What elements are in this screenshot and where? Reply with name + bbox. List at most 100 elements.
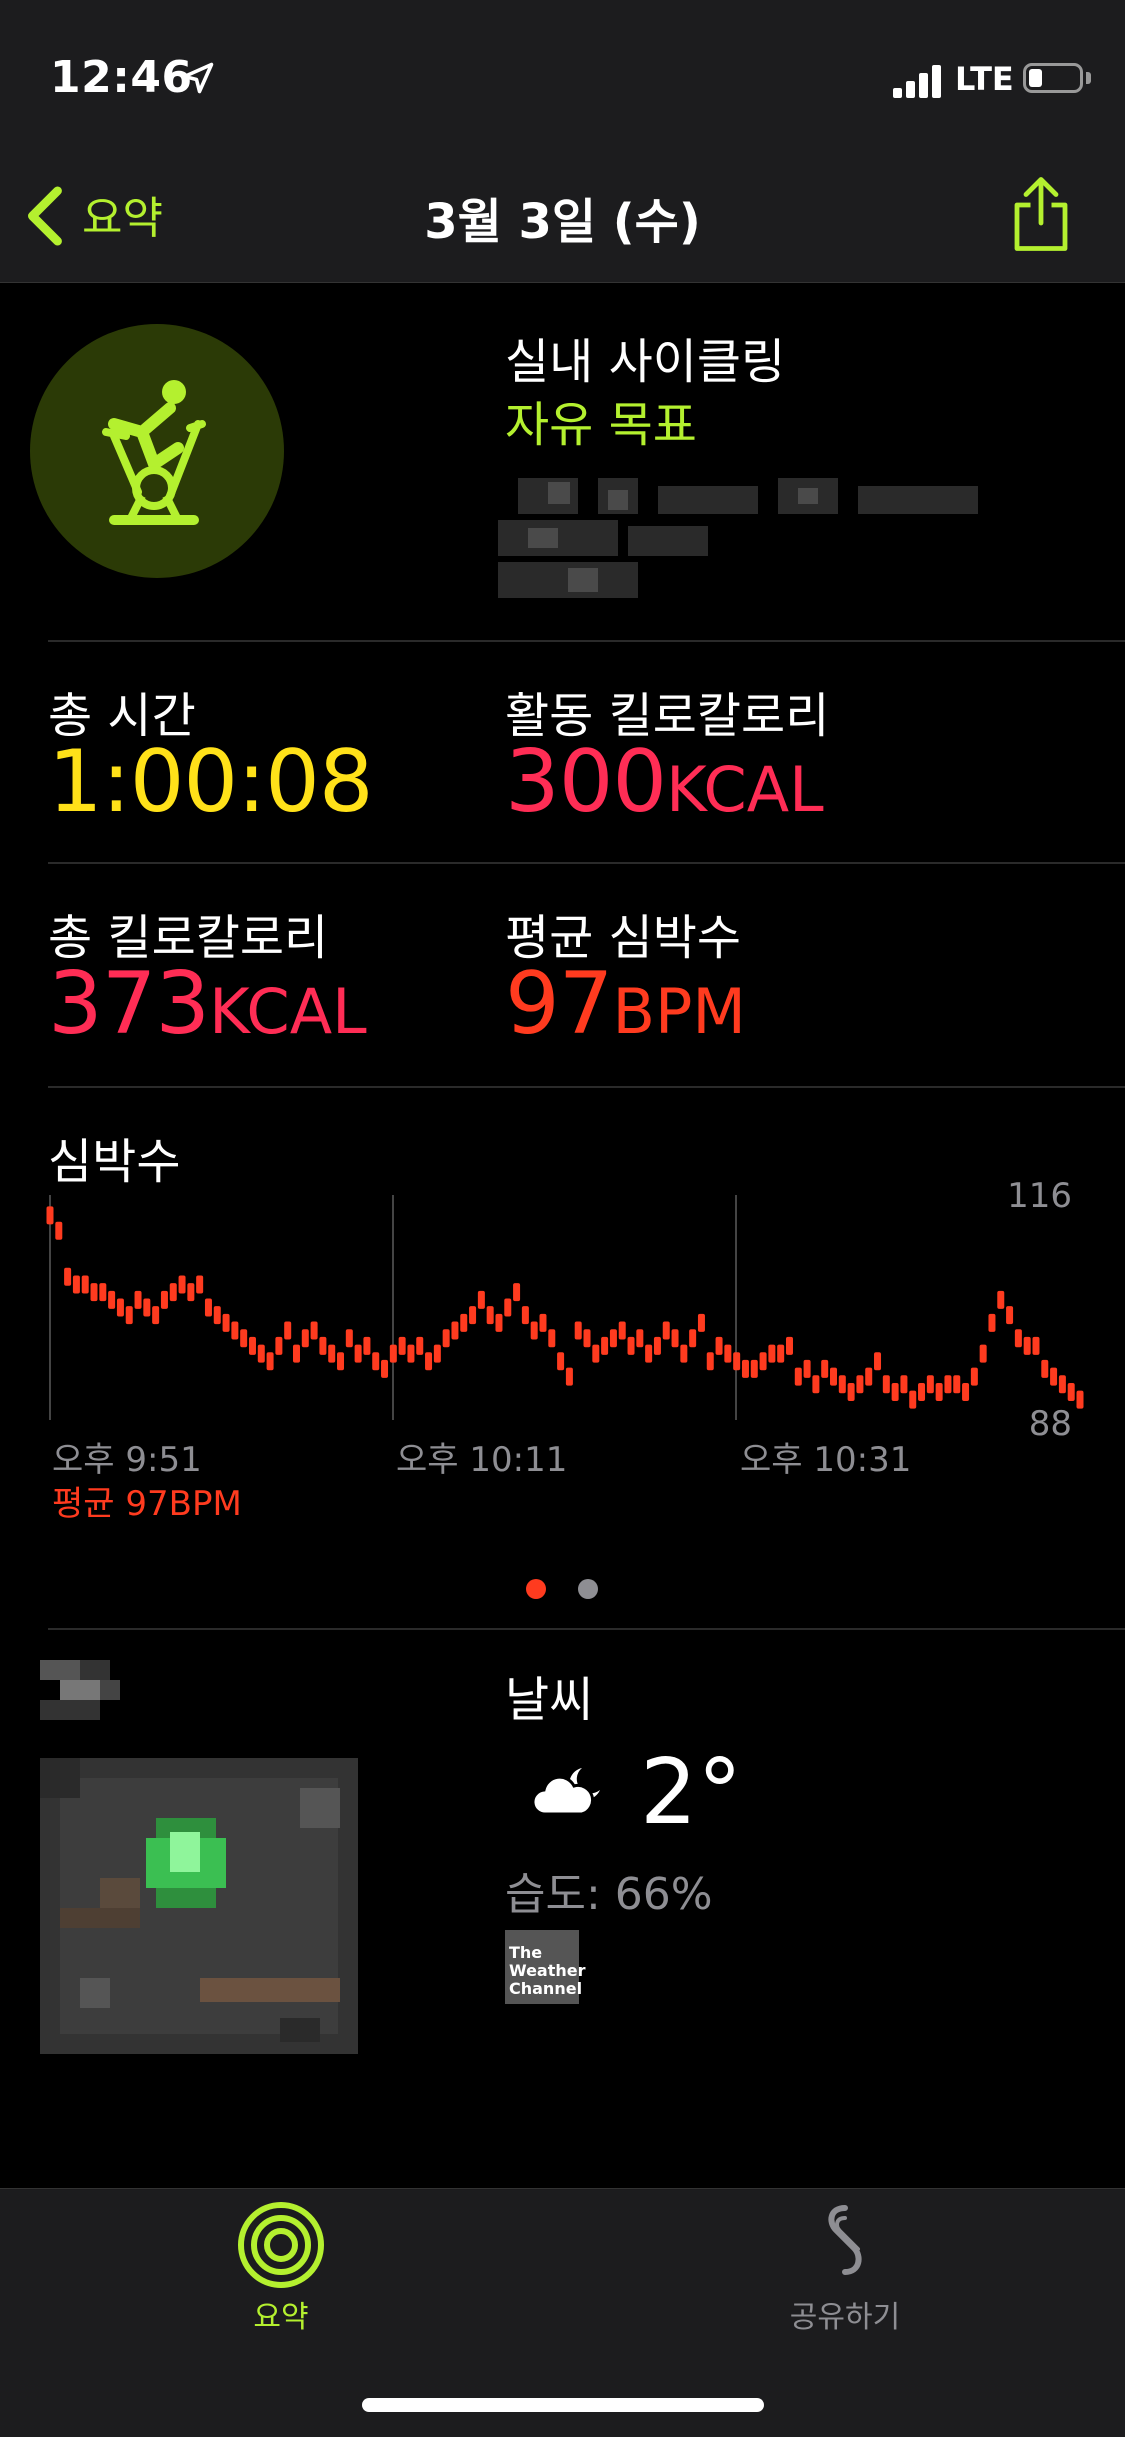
heart-rate-point — [504, 1298, 512, 1317]
heart-rate-point — [1032, 1336, 1040, 1355]
heart-rate-point — [926, 1375, 934, 1394]
divider — [48, 862, 1125, 864]
heart-rate-point — [847, 1382, 855, 1401]
heart-rate-point — [874, 1352, 882, 1371]
page-indicator[interactable] — [578, 1579, 598, 1599]
heart-rate-point — [169, 1283, 177, 1302]
workout-goal: 자유 목표 — [505, 397, 697, 453]
heart-rate-point — [222, 1313, 230, 1332]
page-indicator-active[interactable] — [526, 1579, 546, 1599]
heart-rate-point — [328, 1344, 336, 1363]
heart-rate-point — [609, 1329, 617, 1348]
heart-rate-point — [539, 1313, 547, 1332]
heart-rate-point — [442, 1329, 450, 1348]
heart-rate-point — [521, 1306, 529, 1325]
page-title: 3월 3일 (수) — [424, 194, 701, 250]
heart-rate-point — [715, 1336, 723, 1355]
divider — [48, 1086, 1125, 1088]
heart-rate-point — [310, 1321, 318, 1340]
humidity: 습도: 66% — [505, 1869, 713, 1920]
heart-rate-point — [530, 1321, 538, 1340]
heart-rate-point — [372, 1352, 380, 1371]
heart-rate-point — [275, 1336, 283, 1355]
heart-rate-point — [645, 1344, 653, 1363]
status-time: 12:46 — [50, 52, 193, 103]
partly-cloudy-night-icon — [531, 1768, 600, 1816]
x-tick-label: 오후 10:11 — [396, 1440, 568, 1480]
heart-rate-point — [55, 1221, 63, 1240]
heart-rate-point — [565, 1367, 573, 1386]
heart-rate-point — [697, 1313, 705, 1332]
heart-rate-point — [662, 1321, 670, 1340]
heart-rate-point — [777, 1344, 785, 1363]
average-bpm-label: 평균 97BPM — [52, 1484, 242, 1524]
heart-rate-point — [196, 1275, 204, 1294]
workout-route-map[interactable] — [40, 1758, 358, 2054]
heart-rate-point — [301, 1329, 309, 1348]
heart-rate-point — [389, 1344, 397, 1363]
heart-rate-point — [750, 1359, 758, 1378]
heart-rate-point — [953, 1375, 961, 1394]
heart-rate-point — [248, 1336, 256, 1355]
heart-rate-point — [451, 1321, 459, 1340]
heart-rate-point — [99, 1283, 107, 1302]
heart-rate-point — [812, 1375, 820, 1394]
sharing-icon[interactable] — [800, 2200, 890, 2290]
heart-rate-point — [680, 1344, 688, 1363]
heart-rate-point — [944, 1375, 952, 1394]
share-icon[interactable] — [1010, 175, 1072, 253]
heart-rate-point — [865, 1367, 873, 1386]
heart-rate-point — [152, 1306, 160, 1325]
heart-rate-point — [398, 1336, 406, 1355]
heart-rate-point — [460, 1313, 468, 1332]
heart-rate-point — [46, 1206, 54, 1225]
heart-rate-point — [240, 1329, 248, 1348]
heart-rate-point — [125, 1306, 133, 1325]
heart-rate-point — [116, 1298, 124, 1317]
heart-rate-point — [90, 1283, 98, 1302]
heart-rate-point — [970, 1367, 978, 1386]
tab-summary[interactable]: 요약 — [181, 2292, 381, 2336]
redacted-location — [498, 478, 978, 598]
home-indicator — [362, 2398, 764, 2412]
y-min-label: 88 — [1028, 1404, 1072, 1444]
heart-rate-point — [830, 1367, 838, 1386]
workout-title: 실내 사이클링 — [505, 334, 786, 390]
heart-rate-point — [821, 1359, 829, 1378]
heart-rate-point — [935, 1382, 943, 1401]
heart-rate-point — [909, 1390, 917, 1409]
location-arrow-icon — [182, 62, 214, 94]
battery-nub — [1086, 72, 1091, 84]
heart-rate-point — [284, 1321, 292, 1340]
heart-rate-point — [733, 1352, 741, 1371]
heart-rate-point — [416, 1336, 424, 1355]
heart-rate-point — [469, 1306, 477, 1325]
heart-rate-point — [257, 1344, 265, 1363]
heart-rate-point — [882, 1375, 890, 1394]
heart-rate-point — [204, 1298, 212, 1317]
heart-rate-point — [689, 1329, 697, 1348]
heart-rate-point — [741, 1359, 749, 1378]
heart-rate-point — [768, 1344, 776, 1363]
heart-rate-point — [407, 1344, 415, 1363]
heart-rate-point — [900, 1375, 908, 1394]
heart-rate-point — [486, 1306, 494, 1325]
heart-rate-point — [724, 1344, 732, 1363]
heart-rate-point — [671, 1329, 679, 1348]
heart-rate-point — [653, 1336, 661, 1355]
avg-heart-rate-value: 97BPM — [505, 954, 746, 1054]
x-tick-label: 오후 9:51 — [52, 1440, 202, 1480]
x-tick-label: 오후 10:31 — [740, 1440, 912, 1480]
tab-sharing[interactable]: 공유하기 — [745, 2292, 945, 2336]
heart-rate-point — [433, 1344, 441, 1363]
heart-rate-point — [997, 1290, 1005, 1309]
activity-rings-icon[interactable] — [236, 2200, 326, 2290]
heart-rate-point — [601, 1336, 609, 1355]
heart-rate-point — [557, 1352, 565, 1371]
heart-rate-point — [1050, 1367, 1058, 1386]
heart-rate-point — [592, 1344, 600, 1363]
heart-rate-point — [213, 1306, 221, 1325]
heart-rate-point — [794, 1367, 802, 1386]
heart-rate-point — [495, 1313, 503, 1332]
heart-rate-point — [319, 1336, 327, 1355]
